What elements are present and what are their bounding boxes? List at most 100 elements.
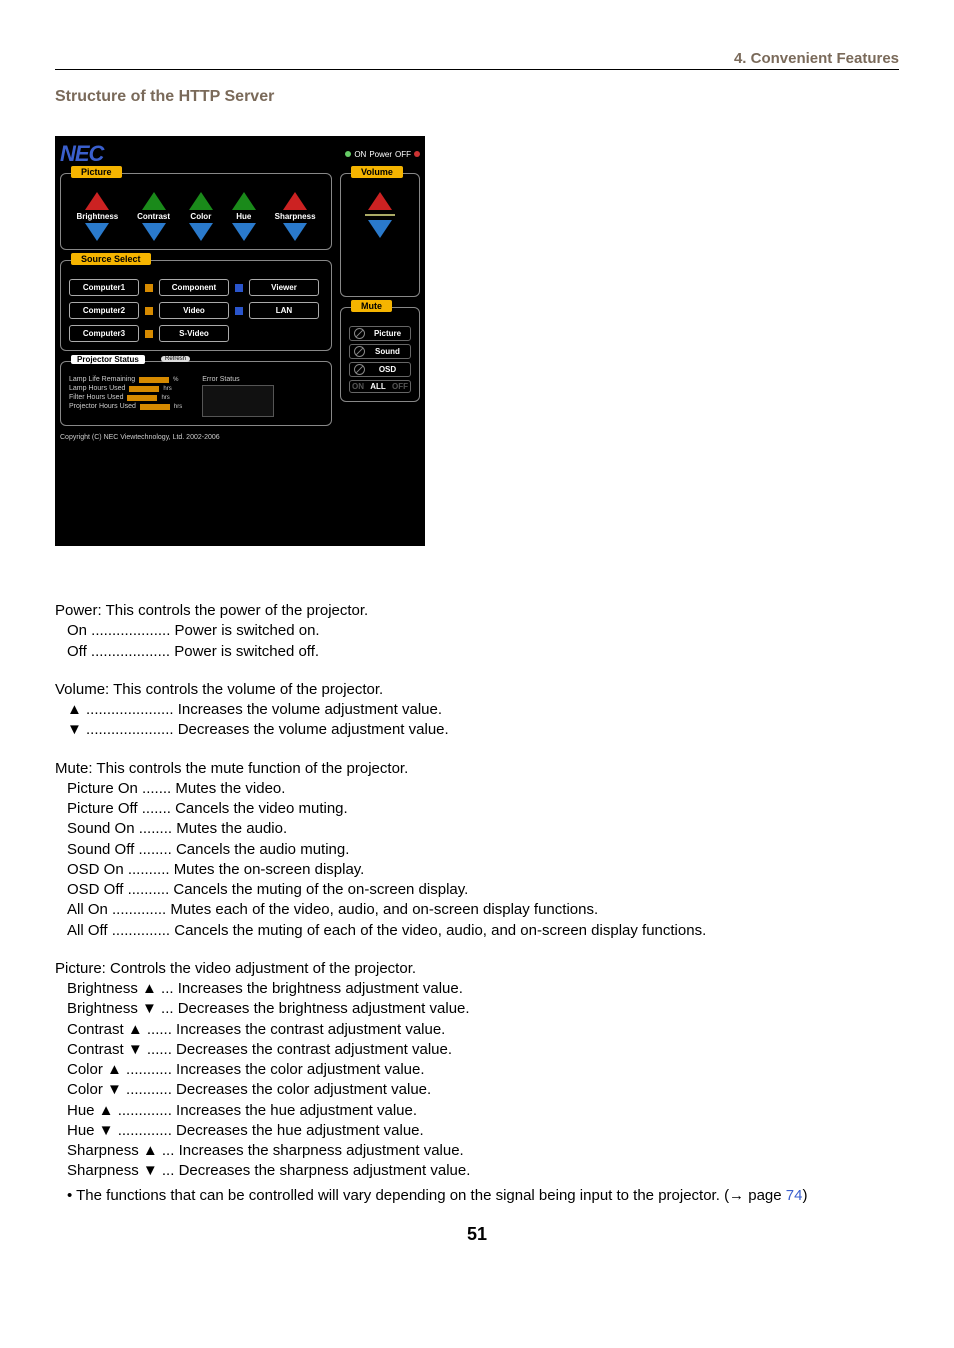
status-bar-icon [127,395,157,401]
status-bar-icon [129,386,159,392]
page-title: Structure of the HTTP Server [55,88,899,106]
volume-description: Volume: This controls the volume of the … [55,680,899,741]
volume-heading: Volume: This controls the volume of the … [55,680,899,700]
indicator-icon [235,284,243,292]
error-status-label: Error Status [202,376,274,383]
power-description: Power: This controls the power of the pr… [55,601,899,662]
mute-osd-label: OSD [369,365,406,374]
source-component[interactable]: Component [159,279,229,296]
prohibit-icon [354,328,365,339]
source-computer1[interactable]: Computer1 [69,279,139,296]
contrast-up-icon[interactable] [142,192,166,210]
power-off-led [414,151,420,157]
source-video[interactable]: Video [159,302,229,319]
source-lan[interactable]: LAN [249,302,319,319]
picture-line: Sharpness ▼ ... Decreases the sharpness … [55,1161,899,1181]
color-up-icon[interactable] [189,192,213,210]
picture-line: Color ▼ ........... Decreases the color … [55,1080,899,1100]
hue-down-icon[interactable] [232,223,256,241]
picture-line: Contrast ▲ ...... Increases the contrast… [55,1020,899,1040]
status-unit: hrs [163,386,171,392]
indicator-icon [145,330,153,338]
status-label: Filter Hours Used [69,394,123,401]
status-bar-icon [140,404,170,410]
mute-osd-button[interactable]: OSD [349,362,411,377]
status-label: Lamp Hours Used [69,385,125,392]
source-computer3[interactable]: Computer3 [69,325,139,342]
power-on-led [345,151,351,157]
status-unit: % [173,377,178,383]
page-reference-link[interactable]: 74 [786,1187,803,1204]
projector-status-title: Projector Status [71,355,145,364]
contrast-down-icon[interactable] [142,223,166,241]
mute-line: Picture Off ....... Cancels the video mu… [55,799,899,819]
mute-heading: Mute: This controls the mute function of… [55,759,899,779]
sharpness-up-icon[interactable] [283,192,307,210]
picture-line: Contrast ▼ ...... Decreases the contrast… [55,1040,899,1060]
refresh-button[interactable]: Refresh [161,356,190,362]
footnote: • The functions that can be controlled w… [55,1186,899,1206]
status-label: Lamp Life Remaining [69,376,135,383]
picture-line: Hue ▼ ............. Decreases the hue ad… [55,1121,899,1141]
indicator-icon [145,284,153,292]
indicator-icon [235,307,243,315]
power-label: Power [369,150,392,159]
mute-line: OSD Off .......... Cancels the muting of… [55,880,899,900]
hue-up-icon[interactable] [232,192,256,210]
status-bar-icon [139,377,169,383]
prohibit-icon [354,346,365,357]
mute-sound-button[interactable]: Sound [349,344,411,359]
brightness-up-icon[interactable] [85,192,109,210]
brightness-down-icon[interactable] [85,223,109,241]
picture-line: Sharpness ▲ ... Increases the sharpness … [55,1141,899,1161]
power-off-line: Off ................... Power is switche… [55,642,899,662]
volume-title: Volume [351,166,403,178]
color-label: Color [190,212,211,221]
mute-line: Picture On ....... Mutes the video. [55,779,899,799]
prohibit-icon [354,364,365,375]
footnote-suffix: ) [802,1187,807,1204]
indicator-icon [145,307,153,315]
mute-all-off: OFF [392,382,408,391]
copyright-text: Copyright (C) NEC Viewtechnology, Ltd. 2… [60,434,332,441]
picture-line: Brightness ▼ ... Decreases the brightnes… [55,999,899,1019]
picture-heading: Picture: Controls the video adjustment o… [55,959,899,979]
picture-line: Brightness ▲ ... Increases the brightnes… [55,979,899,999]
picture-line: Color ▲ ........... Increases the color … [55,1060,899,1080]
picture-panel: Picture Brightness Contrast [60,173,332,250]
source-computer2[interactable]: Computer2 [69,302,139,319]
brightness-label: Brightness [76,212,118,221]
contrast-label: Contrast [137,212,170,221]
sharpness-label: Sharpness [275,212,316,221]
footnote-prefix: • The functions that can be controlled w… [67,1187,786,1204]
mute-title: Mute [351,300,392,312]
error-status-box [202,385,274,417]
http-server-screenshot: NEC ON Power OFF Picture Brightness [55,136,425,546]
color-down-icon[interactable] [189,223,213,241]
status-unit: hrs [161,395,169,401]
power-indicator: ON Power OFF [345,150,420,159]
mute-sound-label: Sound [369,347,406,356]
source-svideo[interactable]: S-Video [159,325,229,342]
page-number: 51 [55,1224,899,1245]
mute-picture-button[interactable]: Picture [349,326,411,341]
volume-down-icon[interactable] [368,220,392,238]
power-on-label: ON [354,150,366,159]
source-select-panel: Source Select Computer1 Component Viewer… [60,260,332,351]
sharpness-down-icon[interactable] [283,223,307,241]
mute-line: OSD On .......... Mutes the on-screen di… [55,860,899,880]
hue-label: Hue [236,212,251,221]
mute-panel: Mute Picture Sound OSD ON ALL OFF [340,307,420,402]
mute-all-toggle[interactable]: ON ALL OFF [349,380,411,393]
status-unit: hrs [174,404,182,410]
status-label: Projector Hours Used [69,403,136,410]
projector-status-panel: Projector Status Refresh Lamp Life Remai… [60,361,332,426]
volume-up-icon[interactable] [368,192,392,210]
nec-logo: NEC [60,141,103,167]
power-on-line: On ................... Power is switched… [55,621,899,641]
source-viewer[interactable]: Viewer [249,279,319,296]
picture-panel-title: Picture [71,166,122,178]
volume-bar-icon [365,214,395,216]
volume-down-line: ▼ ..................... Decreases the vo… [55,720,899,740]
mute-description: Mute: This controls the mute function of… [55,759,899,941]
